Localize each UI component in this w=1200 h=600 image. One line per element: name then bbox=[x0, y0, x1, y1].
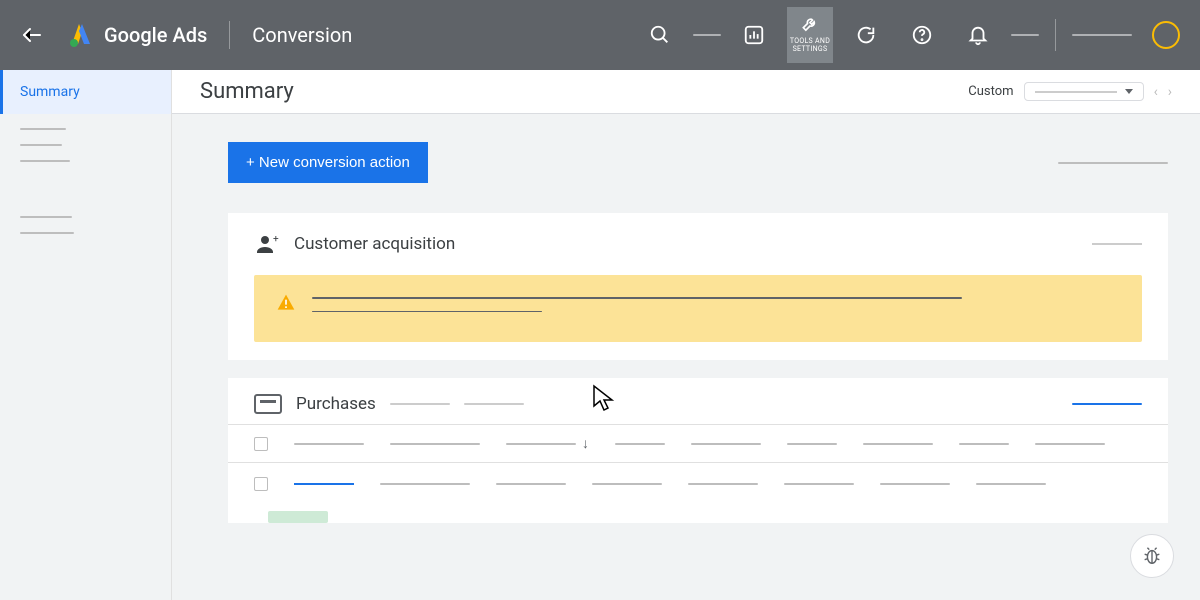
top-placeholder bbox=[693, 34, 721, 36]
chevron-down-icon bbox=[1125, 89, 1133, 94]
topbar: Google Ads Conversion TOOLS AND SETTINGS bbox=[0, 0, 1200, 70]
status-pill bbox=[268, 511, 328, 523]
table-row[interactable] bbox=[228, 463, 1168, 505]
sidebar-placeholder[interactable] bbox=[20, 216, 72, 218]
purchases-title: Purchases bbox=[296, 394, 376, 414]
column-header[interactable] bbox=[390, 443, 480, 445]
separator bbox=[229, 21, 230, 49]
select-all-checkbox[interactable] bbox=[254, 437, 268, 451]
page-title: Summary bbox=[200, 79, 294, 104]
customer-acquisition-title: Customer acquisition bbox=[294, 234, 455, 254]
row-checkbox[interactable] bbox=[254, 477, 268, 491]
help-icon[interactable] bbox=[899, 7, 945, 63]
alert-text-placeholder bbox=[312, 293, 1120, 324]
subtitle-placeholder bbox=[464, 403, 524, 405]
customer-acquisition-card: + Customer acquisition bbox=[228, 213, 1168, 360]
page-header: Summary Custom ‹ › bbox=[172, 70, 1200, 114]
main: Summary Custom ‹ › + New conversion acti… bbox=[172, 70, 1200, 600]
card-action-placeholder[interactable] bbox=[1092, 243, 1142, 245]
column-header[interactable] bbox=[787, 443, 837, 445]
new-conversion-action-button[interactable]: + New conversion action bbox=[228, 142, 428, 183]
card-icon bbox=[254, 394, 282, 414]
product-name: Google Ads bbox=[104, 23, 207, 47]
column-header[interactable] bbox=[506, 443, 576, 445]
feedback-bug-button[interactable] bbox=[1130, 534, 1174, 578]
refresh-icon[interactable] bbox=[843, 7, 889, 63]
row-link-placeholder[interactable] bbox=[294, 483, 354, 485]
date-next-button[interactable]: › bbox=[1168, 84, 1172, 100]
tools-label: TOOLS AND SETTINGS bbox=[787, 38, 833, 53]
reports-icon[interactable] bbox=[731, 7, 777, 63]
date-range-controls: Custom ‹ › bbox=[968, 82, 1172, 101]
sidebar-placeholder[interactable] bbox=[20, 232, 74, 234]
sidebar-placeholder[interactable] bbox=[20, 144, 62, 146]
back-arrow-icon[interactable] bbox=[20, 23, 44, 47]
column-header[interactable] bbox=[691, 443, 761, 445]
section-name: Conversion bbox=[252, 23, 352, 47]
person-add-icon: + bbox=[254, 231, 280, 257]
row-cell bbox=[496, 483, 566, 485]
row-cell bbox=[380, 483, 470, 485]
product-logo: Google Ads bbox=[68, 22, 207, 48]
purchases-card: Purchases ↓ bbox=[228, 378, 1168, 523]
top-placeholder bbox=[1011, 34, 1039, 36]
svg-text:+: + bbox=[273, 234, 279, 245]
top-actions: TOOLS AND SETTINGS bbox=[637, 7, 1180, 63]
date-range-label: Custom bbox=[968, 84, 1013, 99]
warning-alert bbox=[254, 275, 1142, 342]
account-placeholder bbox=[1072, 34, 1132, 36]
link-placeholder[interactable] bbox=[1058, 162, 1168, 164]
separator bbox=[1055, 19, 1056, 51]
link-placeholder[interactable] bbox=[1072, 403, 1142, 405]
search-icon[interactable] bbox=[637, 7, 683, 63]
column-header[interactable] bbox=[1035, 443, 1105, 445]
sidebar-placeholder[interactable] bbox=[20, 128, 66, 130]
tools-settings-icon[interactable]: TOOLS AND SETTINGS bbox=[787, 7, 833, 63]
avatar[interactable] bbox=[1152, 21, 1180, 49]
row-cell bbox=[880, 483, 950, 485]
date-prev-button[interactable]: ‹ bbox=[1154, 84, 1158, 100]
bell-icon[interactable] bbox=[955, 7, 1001, 63]
row-cell bbox=[688, 483, 758, 485]
row-cell bbox=[976, 483, 1046, 485]
column-header[interactable] bbox=[294, 443, 364, 445]
sidebar: Summary bbox=[0, 70, 172, 600]
row-cell bbox=[784, 483, 854, 485]
row-cell bbox=[592, 483, 662, 485]
sort-down-icon[interactable]: ↓ bbox=[582, 435, 589, 452]
subtitle-placeholder bbox=[390, 403, 450, 405]
warning-icon bbox=[276, 293, 296, 324]
table-header-row: ↓ bbox=[228, 424, 1168, 463]
sidebar-item-summary[interactable]: Summary bbox=[0, 70, 171, 114]
date-range-select[interactable] bbox=[1024, 82, 1144, 101]
column-header[interactable] bbox=[615, 443, 665, 445]
column-header[interactable] bbox=[863, 443, 933, 445]
column-header[interactable] bbox=[959, 443, 1009, 445]
ads-logo-icon bbox=[68, 22, 94, 48]
sidebar-placeholder[interactable] bbox=[20, 160, 70, 162]
